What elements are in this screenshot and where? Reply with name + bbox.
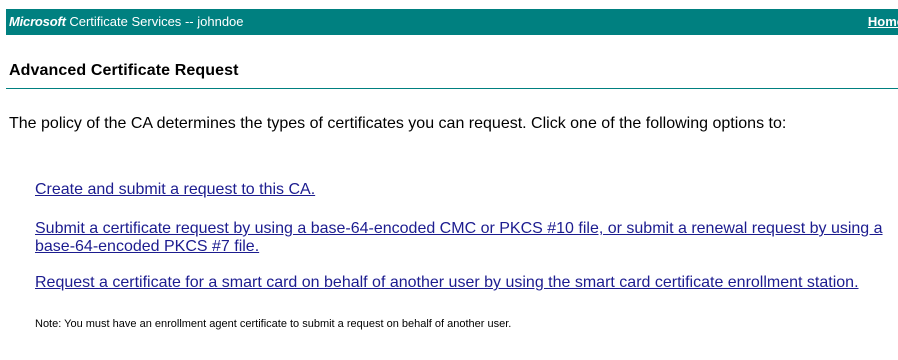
title-divider	[6, 88, 898, 89]
header-separator: --	[184, 14, 194, 29]
page-title: Advanced Certificate Request	[9, 62, 239, 79]
submit-file-request-link[interactable]: Submit a certificate request by using a …	[35, 220, 895, 256]
smart-card-enrollment-link[interactable]: Request a certificate for a smart card o…	[35, 274, 895, 292]
user-name: johndoe	[197, 14, 244, 29]
create-request-link[interactable]: Create and submit a request to this CA.	[35, 181, 895, 199]
home-link[interactable]: Home	[868, 9, 898, 35]
brand-name: Microsoft	[9, 14, 66, 29]
service-name: Certificate Services	[69, 14, 182, 29]
intro-text: The policy of the CA determines the type…	[9, 115, 787, 132]
enrollment-agent-note: Note: You must have an enrollment agent …	[35, 318, 512, 330]
header-bar: Microsoft Certificate Services -- johndo…	[6, 9, 898, 35]
header-title: Microsoft Certificate Services -- johndo…	[9, 9, 244, 35]
